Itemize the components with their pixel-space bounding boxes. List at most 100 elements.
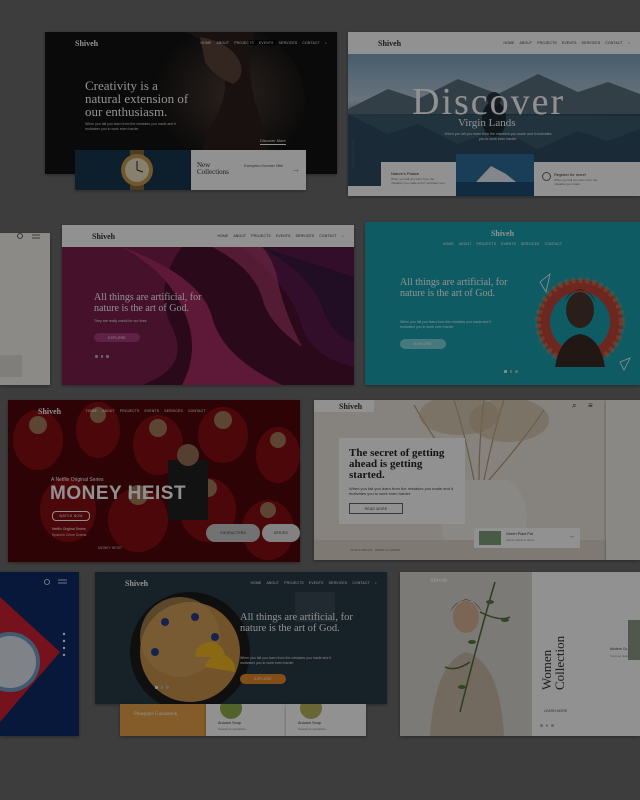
search-icon[interactable]: ⌕ (572, 401, 576, 411)
brand-logo[interactable]: Shiveh (92, 232, 115, 241)
partial-card-left-bottom[interactable] (0, 572, 79, 736)
food-dish-1[interactable]: Pineapple Gunnatook (120, 704, 206, 736)
brand-logo[interactable]: Shiveh (125, 579, 148, 588)
discover-box-nature[interactable]: Nature's Palace When you fail you learn … (381, 162, 456, 196)
teal-explore-button[interactable]: EXPLORE (400, 339, 446, 349)
menu-contact[interactable]: CONTACT (319, 234, 337, 238)
menu-services[interactable]: SERVICES (521, 242, 540, 246)
secret-body: When you fail you learn from the mistake… (349, 486, 454, 496)
discover-iceberg-thumb[interactable] (456, 154, 534, 196)
secret-read-more-button[interactable]: READ MORE (349, 503, 403, 514)
card-discover[interactable]: Shiveh HOME ABOUT PROJECTS EVENTS SERVIC… (348, 32, 640, 196)
menu-events[interactable]: EVENTS (259, 41, 274, 45)
brand-logo[interactable]: Shiveh (339, 402, 362, 411)
partial-card-left-top-graphic (0, 233, 40, 377)
menu-home[interactable]: HOME (218, 234, 229, 238)
canyon-slider-dots[interactable] (95, 355, 109, 358)
secret-headline: The secret of getting ahead is getting s… (349, 447, 445, 481)
food-slider-dots[interactable] (155, 686, 169, 689)
menu-contact[interactable]: CONTACT (605, 41, 623, 45)
new-collections-panel[interactable]: New Collections Exemption Summer Offer → (191, 150, 306, 190)
arrow-right-icon[interactable]: → (291, 164, 300, 174)
menu-contact[interactable]: CONTACT (302, 41, 320, 45)
menu-about[interactable]: ABOUT (102, 409, 115, 413)
partial-card-right-mid[interactable] (606, 400, 640, 560)
secret-product-card[interactable]: Green Plant Pot Indoor plants & decor → (474, 528, 580, 548)
food-dish-3[interactable]: Autumn Soup Seasonal vegetables (286, 704, 366, 736)
card-teal[interactable]: Shiveh HOME ABOUT PROJECTS EVENTS SERVIC… (365, 222, 640, 385)
card-women[interactable]: Shiveh Women Collection LEARN MORE Moder… (400, 572, 640, 736)
menu-home[interactable]: HOME (251, 581, 262, 585)
creativity-headline: Creativity is a natural extension of our… (85, 78, 189, 119)
brand-logo[interactable]: Shiveh (430, 578, 447, 584)
menu-about[interactable]: ABOUT (234, 234, 247, 238)
menu-projects[interactable]: PROJECTS (537, 41, 557, 45)
menu-projects[interactable]: PROJECTS (234, 41, 254, 45)
menu-about[interactable]: ABOUT (459, 242, 472, 246)
food-dish-3-sub: Seasonal vegetables (298, 727, 326, 731)
card-money-heist[interactable]: Shiveh HOME ABOUT PROJECTS EVENTS SERVIC… (8, 400, 300, 562)
menu-contact[interactable]: CONTACT (352, 581, 370, 585)
menu-services[interactable]: SERVICES (164, 409, 183, 413)
canyon-menu: HOME ABOUT PROJECTS EVENTS SERVICES CONT… (218, 234, 344, 238)
menu-events[interactable]: EVENTS (144, 409, 159, 413)
arrow-right-icon[interactable]: → (568, 533, 575, 540)
menu-projects[interactable]: PROJECTS (476, 242, 496, 246)
search-icon[interactable]: ⌕ (342, 234, 344, 238)
food-explore-button[interactable]: EXPLORE (240, 674, 286, 684)
heist-watch-button[interactable]: WATCH NOW (52, 511, 90, 521)
menu-services[interactable]: SERVICES (296, 234, 315, 238)
discover-more-link[interactable]: Discover More (260, 138, 286, 145)
menu-home[interactable]: HOME (201, 41, 212, 45)
menu-about[interactable]: ABOUT (217, 41, 230, 45)
brand-logo[interactable]: Shiveh (378, 39, 401, 48)
menu-services[interactable]: SERVICES (582, 41, 601, 45)
teal-slider-dots[interactable] (504, 370, 518, 373)
women-side-sub: Summer Sale (610, 654, 629, 658)
search-icon[interactable]: ⌕ (325, 41, 327, 45)
menu-about[interactable]: ABOUT (267, 581, 280, 585)
menu-home[interactable]: HOME (443, 242, 454, 246)
brand-logo[interactable]: Shiveh (491, 229, 514, 238)
search-icon[interactable]: ⌕ (628, 41, 630, 45)
watch-product-panel[interactable] (75, 150, 191, 190)
card-food[interactable]: Shiveh HOME ABOUT PROJECTS EVENTS SERVIC… (95, 572, 387, 704)
search-icon[interactable]: ⌕ (375, 581, 377, 585)
brand-logo[interactable]: Shiveh (38, 407, 61, 416)
heist-meta-1: Netflix Original Series (52, 527, 86, 531)
heist-series-button[interactable]: SERIES (262, 524, 300, 542)
menu-icon[interactable]: ≡ (588, 401, 593, 410)
menu-services[interactable]: SERVICES (279, 41, 298, 45)
canyon-explore-button[interactable]: EXPLORE (94, 333, 140, 342)
food-dish-2[interactable]: Autumn Soup Seasonal vegetables (206, 704, 286, 736)
discover-box-nature-body: When you fail you learn from the mistake… (391, 177, 446, 185)
menu-events[interactable]: EVENTS (501, 242, 516, 246)
card-secret[interactable]: Shiveh ⌕ ≡ The secret of getting ahead i… (314, 400, 606, 560)
women-learn-more-link[interactable]: LEARN MORE (544, 709, 567, 713)
menu-projects[interactable]: PROJECTS (251, 234, 271, 238)
menu-projects[interactable]: PROJECTS (284, 581, 304, 585)
women-slider-dots[interactable] (540, 724, 554, 727)
menu-events[interactable]: EVENTS (276, 234, 291, 238)
clock-icon (542, 172, 551, 181)
menu-contact[interactable]: CONTACT (545, 242, 563, 246)
menu-events[interactable]: EVENTS (309, 581, 324, 585)
heist-characters-button[interactable]: CHORACTERS (206, 524, 260, 542)
secret-product-sub: Indoor plants & decor (506, 538, 535, 542)
new-collections-sub: Exemption Summer Offer (244, 164, 284, 168)
discover-box-register[interactable]: Register for more! When you fail you lea… (534, 162, 640, 196)
card-canyon[interactable]: Shiveh HOME ABOUT PROJECTS EVENTS SERVIC… (62, 225, 354, 385)
food-body: When you fail you learn from the mistake… (240, 656, 332, 665)
discover-nav: Shiveh HOME ABOUT PROJECTS EVENTS SERVIC… (348, 32, 640, 54)
women-side-thumb[interactable] (628, 620, 640, 660)
menu-about[interactable]: ABOUT (520, 41, 533, 45)
menu-projects[interactable]: PROJECTS (120, 409, 140, 413)
partial-card-left-top[interactable] (0, 233, 50, 385)
brand-logo[interactable]: Shiveh (75, 39, 98, 48)
watch-icon (75, 150, 191, 190)
menu-contact[interactable]: CONTACT (188, 409, 206, 413)
menu-home[interactable]: HOME (86, 409, 97, 413)
menu-services[interactable]: SERVICES (329, 581, 348, 585)
menu-home[interactable]: HOME (504, 41, 515, 45)
menu-events[interactable]: EVENTS (562, 41, 577, 45)
